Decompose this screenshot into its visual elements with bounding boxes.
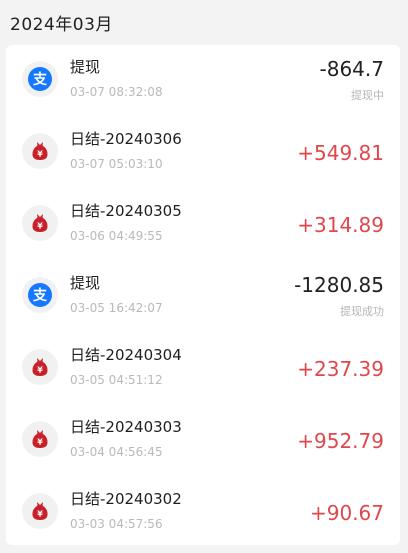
transaction-amount: +549.81 (297, 141, 384, 165)
svg-text:¥: ¥ (37, 222, 43, 231)
svg-text:¥: ¥ (37, 438, 43, 447)
transaction-row[interactable]: 支 提现 03-05 16:42:07 -1280.85 提现成功 (6, 261, 400, 333)
transaction-title: 提现 (70, 58, 101, 76)
transaction-status: 提现中 (351, 89, 384, 102)
transaction-amount: +90.67 (309, 501, 384, 525)
transaction-time: 03-06 04:49:55 (70, 229, 163, 243)
svg-text:¥: ¥ (37, 150, 43, 159)
transaction-row[interactable]: 支 提现 03-07 08:32:08 -864.7 提现中 (6, 45, 400, 117)
money-bag-icon: ¥ (22, 205, 58, 241)
transaction-amount: +314.89 (297, 213, 384, 237)
transaction-amount: +237.39 (297, 357, 384, 381)
transaction-time: 03-05 16:42:07 (70, 301, 163, 315)
money-bag-icon: ¥ (22, 421, 58, 457)
transaction-row[interactable]: ¥ 日结-20240305 03-06 04:49:55 +314.89 (6, 189, 400, 261)
transaction-time: 03-03 04:57:56 (70, 517, 163, 531)
transaction-title: 日结-20240303 (70, 418, 182, 436)
transaction-title: 日结-20240305 (70, 202, 182, 220)
transaction-time: 03-04 04:56:45 (70, 445, 163, 459)
month-header: 2024年03月 (10, 15, 113, 35)
transaction-title: 日结-20240302 (70, 490, 182, 508)
transaction-status: 提现成功 (340, 305, 384, 318)
transaction-title: 日结-20240304 (70, 346, 182, 364)
money-bag-icon: ¥ (22, 133, 58, 169)
transaction-row[interactable]: ¥ 日结-20240304 03-05 04:51:12 +237.39 (6, 333, 400, 405)
alipay-icon: 支 (22, 277, 58, 313)
transaction-time: 03-05 04:51:12 (70, 373, 163, 387)
svg-text:¥: ¥ (37, 366, 43, 375)
svg-text:支: 支 (32, 287, 48, 304)
transaction-title: 日结-20240306 (70, 130, 182, 148)
transaction-title: 提现 (70, 274, 101, 292)
transaction-row[interactable]: ¥ 日结-20240306 03-07 05:03:10 +549.81 (6, 117, 400, 189)
money-bag-icon: ¥ (22, 493, 58, 529)
svg-text:支: 支 (32, 71, 48, 88)
transaction-amount: -1280.85 (294, 273, 384, 297)
money-bag-icon: ¥ (22, 349, 58, 385)
transaction-amount: -864.7 (319, 57, 384, 81)
transaction-row[interactable]: ¥ 日结-20240302 03-03 04:57:56 +90.67 (6, 477, 400, 549)
transaction-amount: +952.79 (297, 429, 384, 453)
transaction-list: 支 提现 03-07 08:32:08 -864.7 提现中 ¥ 日结-2024… (6, 45, 400, 545)
transaction-row[interactable]: ¥ 日结-20240303 03-04 04:56:45 +952.79 (6, 405, 400, 477)
transaction-time: 03-07 05:03:10 (70, 157, 163, 171)
alipay-icon: 支 (22, 61, 58, 97)
svg-text:¥: ¥ (37, 510, 43, 519)
transaction-time: 03-07 08:32:08 (70, 85, 163, 99)
